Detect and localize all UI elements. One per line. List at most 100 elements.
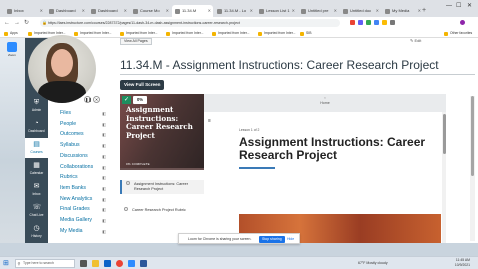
forward-arrow-icon[interactable]: → — [14, 18, 20, 28]
close-tab-icon[interactable]: ✕ — [208, 5, 211, 17]
pause-icon[interactable]: ❚❚ — [84, 96, 92, 103]
stop-sharing-button[interactable]: Stop sharing — [259, 236, 285, 243]
edge-icon[interactable] — [104, 260, 111, 267]
global-nav-dashboard[interactable]: ◔ Dashboard — [25, 117, 48, 137]
bookmark-item[interactable]: Imported from Inter... — [166, 30, 203, 37]
minimize-button[interactable]: — — [446, 2, 452, 10]
hide-button[interactable]: Hide — [287, 236, 294, 243]
extension-icon[interactable] — [382, 20, 387, 25]
hamburger-menu-icon[interactable]: ≡ — [208, 118, 211, 124]
global-nav-inbox[interactable]: ✉ Inbox — [25, 180, 48, 200]
rise-scrollbar[interactable] — [442, 112, 446, 243]
global-nav-chat-live[interactable]: ☏ Chat Live — [25, 201, 48, 221]
tab-favicon-icon — [49, 9, 54, 14]
bookmark-item[interactable]: Other favorites — [444, 30, 472, 37]
bookmark-item[interactable]: SIB — [300, 30, 311, 37]
close-tab-icon[interactable]: ✕ — [376, 5, 379, 17]
windows-start-icon[interactable]: ⊞ — [3, 260, 9, 267]
rise-lesson-item[interactable]: Career Research Project Rubric — [120, 206, 204, 214]
browser-tab[interactable]: Inbox ✕ — [4, 5, 45, 17]
course-nav-label: Rubrics — [60, 174, 78, 181]
close-tab-icon[interactable]: ✕ — [124, 5, 127, 17]
zoom-desktop-icon[interactable]: Zoom — [4, 42, 20, 57]
view-all-pages-button[interactable]: View All Pages — [120, 38, 152, 45]
clock[interactable]: 11:45 AM 10/9/2021 — [444, 258, 470, 268]
course-nav-item[interactable]: Item Banks ◧ — [60, 183, 106, 194]
tab-label: Dashboard — [56, 8, 76, 13]
taskbar-search[interactable]: ⚲ Type here to search — [15, 259, 75, 268]
close-tab-icon[interactable]: ✕ — [82, 5, 85, 17]
bookmark-item[interactable]: Apps — [4, 30, 18, 37]
course-nav-item[interactable]: New Analytics ◧ — [60, 194, 106, 205]
tab-label: My Media — [392, 8, 410, 13]
delete-icon[interactable]: ✕ — [93, 96, 100, 103]
close-tab-icon[interactable]: ✕ — [40, 5, 43, 17]
webcam-bubble[interactable] — [28, 35, 96, 103]
global-nav-calendar[interactable]: ▦ Calendar — [25, 159, 48, 179]
course-nav-item[interactable]: Files ◧ — [60, 108, 106, 119]
reload-icon[interactable]: ↻ — [24, 18, 29, 28]
close-window-button[interactable]: ✕ — [467, 2, 472, 10]
url-field[interactable]: 🔒 https://laes.instructure.com/courses/2… — [40, 19, 340, 27]
edit-button[interactable]: ✎ Edit — [410, 38, 421, 43]
bookmark-item[interactable]: Imported from Inter... — [212, 30, 249, 37]
page-scrollbar[interactable] — [470, 96, 475, 241]
file-explorer-icon[interactable] — [92, 260, 99, 267]
weather-widget[interactable]: 67°F Mostly cloudy — [358, 261, 388, 265]
browser-tab[interactable]: Untitled pre ✕ — [298, 5, 339, 17]
global-nav-history[interactable]: ◷ History — [25, 222, 48, 242]
extension-icon[interactable] — [350, 20, 355, 25]
extension-icon[interactable] — [366, 20, 371, 25]
course-nav-item[interactable]: People ◧ — [60, 119, 106, 130]
home-button[interactable]: ⌃ Home — [314, 97, 336, 105]
browser-tab[interactable]: Untitled doc ✕ — [340, 5, 381, 17]
rise-lesson-item[interactable]: Assignment Instructions: Career Research… — [120, 180, 204, 194]
page-scroll-thumb[interactable] — [471, 96, 474, 176]
close-tab-icon[interactable]: ✕ — [292, 5, 295, 17]
close-tab-icon[interactable]: ✕ — [166, 5, 169, 17]
tab-favicon-icon — [7, 9, 12, 14]
visibility-icon: ◧ — [102, 153, 106, 159]
global-nav-courses[interactable]: ▤ Courses — [25, 138, 48, 158]
course-nav-item[interactable]: Media Gallery ◧ — [60, 215, 106, 226]
profile-avatar[interactable] — [460, 20, 465, 25]
zoom-icon[interactable] — [128, 260, 135, 267]
browser-tab[interactable]: Dashboard ✕ — [46, 5, 87, 17]
lock-icon: 🔒 — [42, 20, 47, 25]
course-nav-item[interactable]: Rubrics ◧ — [60, 172, 106, 183]
back-arrow-icon[interactable]: ← — [4, 18, 10, 28]
word-icon[interactable] — [140, 260, 147, 267]
chrome-icon[interactable] — [116, 260, 123, 267]
rise-scroll-thumb[interactable] — [442, 114, 446, 154]
browser-tab[interactable]: My Media ✕ — [382, 5, 423, 17]
bookmark-item[interactable]: Imported from Inter... — [74, 30, 111, 37]
maximize-button[interactable]: ☐ — [456, 2, 461, 10]
course-nav-item[interactable]: Final Grades ◧ — [60, 204, 106, 215]
extension-icon[interactable] — [374, 20, 379, 25]
address-bar: ← → ↻ 🔒 https://laes.instructure.com/cou… — [0, 17, 478, 29]
view-full-screen-button[interactable]: View Full Screen — [120, 80, 165, 90]
browser-tab[interactable]: 11.34.M - Lo ✕ — [214, 5, 255, 17]
lesson-status-icon — [124, 207, 128, 211]
browser-tab[interactable]: Lesson List 1 ✕ — [256, 5, 297, 17]
bookmark-item[interactable]: Imported from Inter... — [120, 30, 157, 37]
checkmark-icon[interactable]: ✓ — [122, 96, 131, 104]
course-nav-item[interactable]: Syllabus ◧ — [60, 140, 106, 151]
loom-extension-icon[interactable] — [358, 20, 363, 25]
bookmark-label: Other favorites — [450, 31, 473, 35]
course-nav-item[interactable]: Discussions ◧ — [60, 151, 106, 162]
browser-tab[interactable]: 11.34.M ✕ — [172, 5, 213, 17]
task-view-icon[interactable] — [80, 260, 87, 267]
puzzle-icon[interactable] — [390, 20, 395, 25]
course-nav-item[interactable]: Outcomes ◧ — [60, 129, 106, 140]
visibility-icon: ◧ — [102, 175, 106, 181]
browser-tab[interactable]: Dashboard ✕ — [88, 5, 129, 17]
course-nav-item[interactable]: Collaborations ◧ — [60, 162, 106, 173]
browser-tab[interactable]: Course Mo ✕ — [130, 5, 171, 17]
close-tab-icon[interactable]: ✕ — [250, 5, 253, 17]
close-tab-icon[interactable]: ✕ — [334, 5, 337, 17]
course-nav-item[interactable]: My Media ◧ — [60, 226, 106, 237]
global-nav-label: Dashboard — [28, 129, 45, 133]
close-tab-icon[interactable]: ✕ — [418, 5, 421, 17]
bookmark-item[interactable]: Imported from Inter... — [258, 30, 295, 37]
